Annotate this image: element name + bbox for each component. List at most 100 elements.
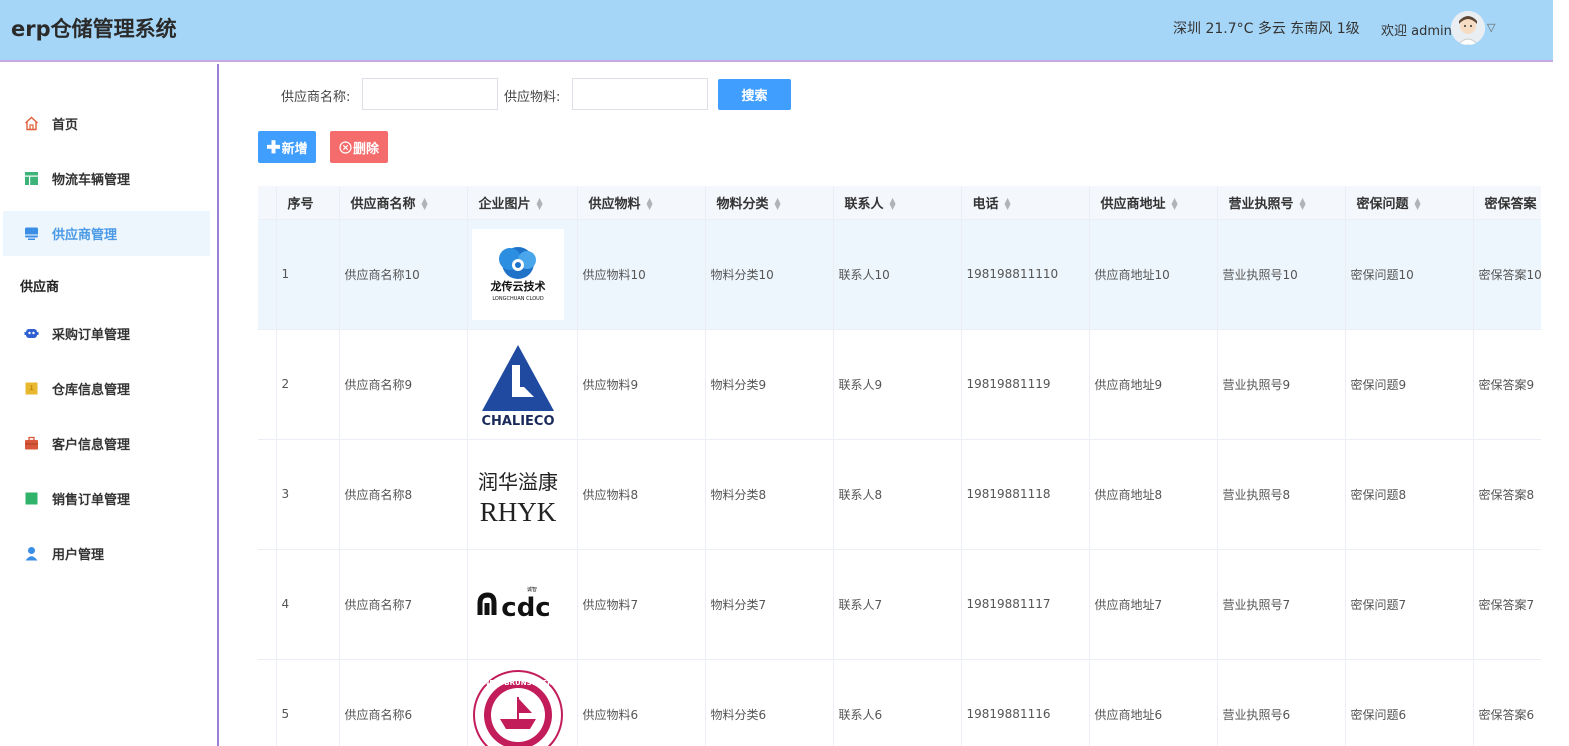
robot-icon xyxy=(24,326,39,341)
supplier-table: 序号 供应商名称 ▲ ▼ 企业图片 ▲ ▼ 供应物料 ▲ ▼ 物料分类 ▲ ▼ 联系人 ▲ ▼ 电话… xyxy=(258,186,1541,746)
supplier-name-input[interactable] xyxy=(362,78,498,110)
cell-material: 供应物料7 xyxy=(577,549,706,660)
sidebar-item-label: 采购订单管理 xyxy=(52,328,131,343)
cell-question: 密保问题7 xyxy=(1345,549,1474,660)
table-row[interactable]: 5 供应商名称6 NEW BRUNSWICK 供应物料6 物料分类6 联系人6 … xyxy=(258,659,1541,746)
svg-text:cdc: cdc xyxy=(501,593,550,623)
sidebar-item-vehicles[interactable]: 物流车辆管理 xyxy=(3,156,210,201)
svg-text:润华溢康: 润华溢康 xyxy=(478,470,558,494)
sidebar-item-suppliers[interactable]: 供应商管理 xyxy=(3,211,210,256)
add-button[interactable]: ✚ 新增 xyxy=(258,131,316,163)
sidebar-item-purchase-orders[interactable]: 采购订单管理 xyxy=(3,311,210,356)
cell-category: 物料分类8 xyxy=(705,439,834,550)
sidebar-section-label: 供应商 xyxy=(20,280,60,295)
sort-icon[interactable]: ▲ ▼ xyxy=(775,197,781,211)
table-row[interactable]: 2 供应商名称9 CHALIECO 供应物料9 物料分类9 联系人9 19819… xyxy=(258,329,1541,440)
cell-logo: NEW BRUNSWICK xyxy=(467,659,578,746)
cell-license: 营业执照号6 xyxy=(1217,659,1346,746)
column-header[interactable]: 密保问题 ▲ ▼ xyxy=(1345,186,1474,220)
sort-icon[interactable]: ▲ ▼ xyxy=(647,197,653,211)
cell-name: 供应商名称8 xyxy=(339,439,468,550)
row-select-cell[interactable] xyxy=(258,439,277,550)
sidebar-item-users[interactable]: 用户管理 xyxy=(3,531,210,576)
row-select-cell[interactable] xyxy=(258,329,277,440)
cell-name: 供应商名称9 xyxy=(339,329,468,440)
column-header[interactable]: 供应商名称 ▲ ▼ xyxy=(339,186,468,220)
cell-license: 营业执照号8 xyxy=(1217,439,1346,550)
sidebar-item-home[interactable]: 首页 xyxy=(3,101,210,146)
sort-icon[interactable]: ▲ ▼ xyxy=(1005,197,1011,211)
add-button-label: 新增 xyxy=(281,140,308,156)
cell-name: 供应商名称6 xyxy=(339,659,468,746)
svg-text:LONGCHUAN CLOUD: LONGCHUAN CLOUD xyxy=(492,296,544,302)
sidebar-item-customers[interactable]: 客户信息管理 xyxy=(3,421,210,466)
sort-icon[interactable]: ▲ ▼ xyxy=(1172,197,1178,211)
column-header[interactable]: 企业图片 ▲ ▼ xyxy=(467,186,578,220)
search-button[interactable]: 搜索 xyxy=(718,79,791,110)
cell-no: 4 xyxy=(276,549,340,660)
plus-icon: ✚ xyxy=(266,137,281,157)
cell-license: 营业执照号10 xyxy=(1217,219,1346,330)
cell-contact: 联系人7 xyxy=(833,549,962,660)
sort-icon[interactable]: ▲ ▼ xyxy=(537,197,543,211)
delete-button-label: 删除 xyxy=(352,140,379,156)
svg-text:龙传云技术: 龙传云技术 xyxy=(489,279,545,293)
table-header-row: 序号 供应商名称 ▲ ▼ 企业图片 ▲ ▼ 供应物料 ▲ ▼ 物料分类 ▲ ▼ 联系人 ▲ ▼ 电话… xyxy=(258,186,1541,220)
column-header[interactable]: 物料分类 ▲ ▼ xyxy=(705,186,834,220)
sort-icon[interactable]: ▲ ▼ xyxy=(890,197,896,211)
longchuan-cloud-logo: 龙传云技术 LONGCHUAN CLOUD xyxy=(471,228,564,320)
column-header[interactable]: 营业执照号 ▲ ▼ xyxy=(1217,186,1346,220)
column-header[interactable]: 供应物料 ▲ ▼ xyxy=(577,186,706,220)
sidebar: 首页 物流车辆管理 供应商管理 供应商 采购订单管理 仓库信息管理 客户信息管理 xyxy=(0,64,219,746)
sort-icon[interactable]: ▲ ▼ xyxy=(1300,197,1306,211)
row-select-cell[interactable] xyxy=(258,219,277,330)
delete-button[interactable]: 删除 xyxy=(330,131,388,163)
table-icon xyxy=(24,171,39,186)
app-title: erp仓储管理系统 xyxy=(11,17,177,41)
chalieco-logo: CHALIECO xyxy=(471,338,564,430)
column-header[interactable]: 供应商地址 ▲ ▼ xyxy=(1089,186,1218,220)
sidebar-item-sales-orders[interactable]: 销售订单管理 xyxy=(3,476,210,521)
avatar[interactable] xyxy=(1451,11,1485,45)
cell-phone: 19819881116 xyxy=(961,659,1090,746)
column-header[interactable]: 联系人 ▲ ▼ xyxy=(833,186,962,220)
row-select-cell[interactable] xyxy=(258,659,277,746)
cell-contact: 联系人10 xyxy=(833,219,962,330)
cell-logo: cdc 诚智 xyxy=(467,549,578,660)
user-icon xyxy=(24,546,39,561)
material-input[interactable] xyxy=(572,78,708,110)
cell-contact: 联系人6 xyxy=(833,659,962,746)
cell-address: 供应商地址9 xyxy=(1089,329,1218,440)
sidebar-item-warehouses[interactable]: 仓库信息管理 xyxy=(3,366,210,411)
cell-no: 3 xyxy=(276,439,340,550)
column-header: 序号 xyxy=(276,186,340,220)
cell-answer: 密保答案8 xyxy=(1473,439,1541,550)
cell-address: 供应商地址10 xyxy=(1089,219,1218,330)
top-header: erp仓储管理系统 深圳 21.7°C 多云 东南风 1级 欢迎 admin ▽ xyxy=(0,0,1553,62)
sidebar-item-label: 用户管理 xyxy=(52,548,105,563)
table-row[interactable]: 4 供应商名称7 cdc 诚智 供应物料7 物料分类7 联系人7 1981988… xyxy=(258,549,1541,660)
select-column-header[interactable] xyxy=(258,186,277,220)
sort-icon[interactable]: ▲ ▼ xyxy=(1415,197,1421,211)
home-icon xyxy=(24,116,39,131)
sort-icon[interactable]: ▲ ▼ xyxy=(422,197,428,211)
column-header[interactable]: 密保答案 xyxy=(1473,186,1541,220)
cell-logo: 润华溢康 RHYK xyxy=(467,439,578,550)
close-circle-icon xyxy=(339,140,352,154)
chevron-down-icon[interactable]: ▽ xyxy=(1487,21,1495,34)
table-row[interactable]: 3 供应商名称8 润华溢康 RHYK 供应物料8 物料分类8 联系人8 1981… xyxy=(258,439,1541,550)
cell-phone: 19819881119 xyxy=(961,329,1090,440)
cell-material: 供应物料9 xyxy=(577,329,706,440)
cell-contact: 联系人9 xyxy=(833,329,962,440)
table-row[interactable]: 1 供应商名称10 龙传云技术 LONGCHUAN CLOUD 供应物料10 物… xyxy=(258,219,1541,330)
column-header[interactable]: 电话 ▲ ▼ xyxy=(961,186,1090,220)
row-select-cell[interactable] xyxy=(258,549,277,660)
cell-name: 供应商名称7 xyxy=(339,549,468,660)
svg-text:诚智: 诚智 xyxy=(526,586,536,593)
svg-text:CHALIECO: CHALIECO xyxy=(481,414,554,429)
sidebar-item-label: 销售订单管理 xyxy=(52,493,131,508)
cell-category: 物料分类10 xyxy=(705,219,834,330)
sidebar-item-label: 首页 xyxy=(52,118,79,133)
cell-answer: 密保答案9 xyxy=(1473,329,1541,440)
cell-phone: 19819881117 xyxy=(961,549,1090,660)
